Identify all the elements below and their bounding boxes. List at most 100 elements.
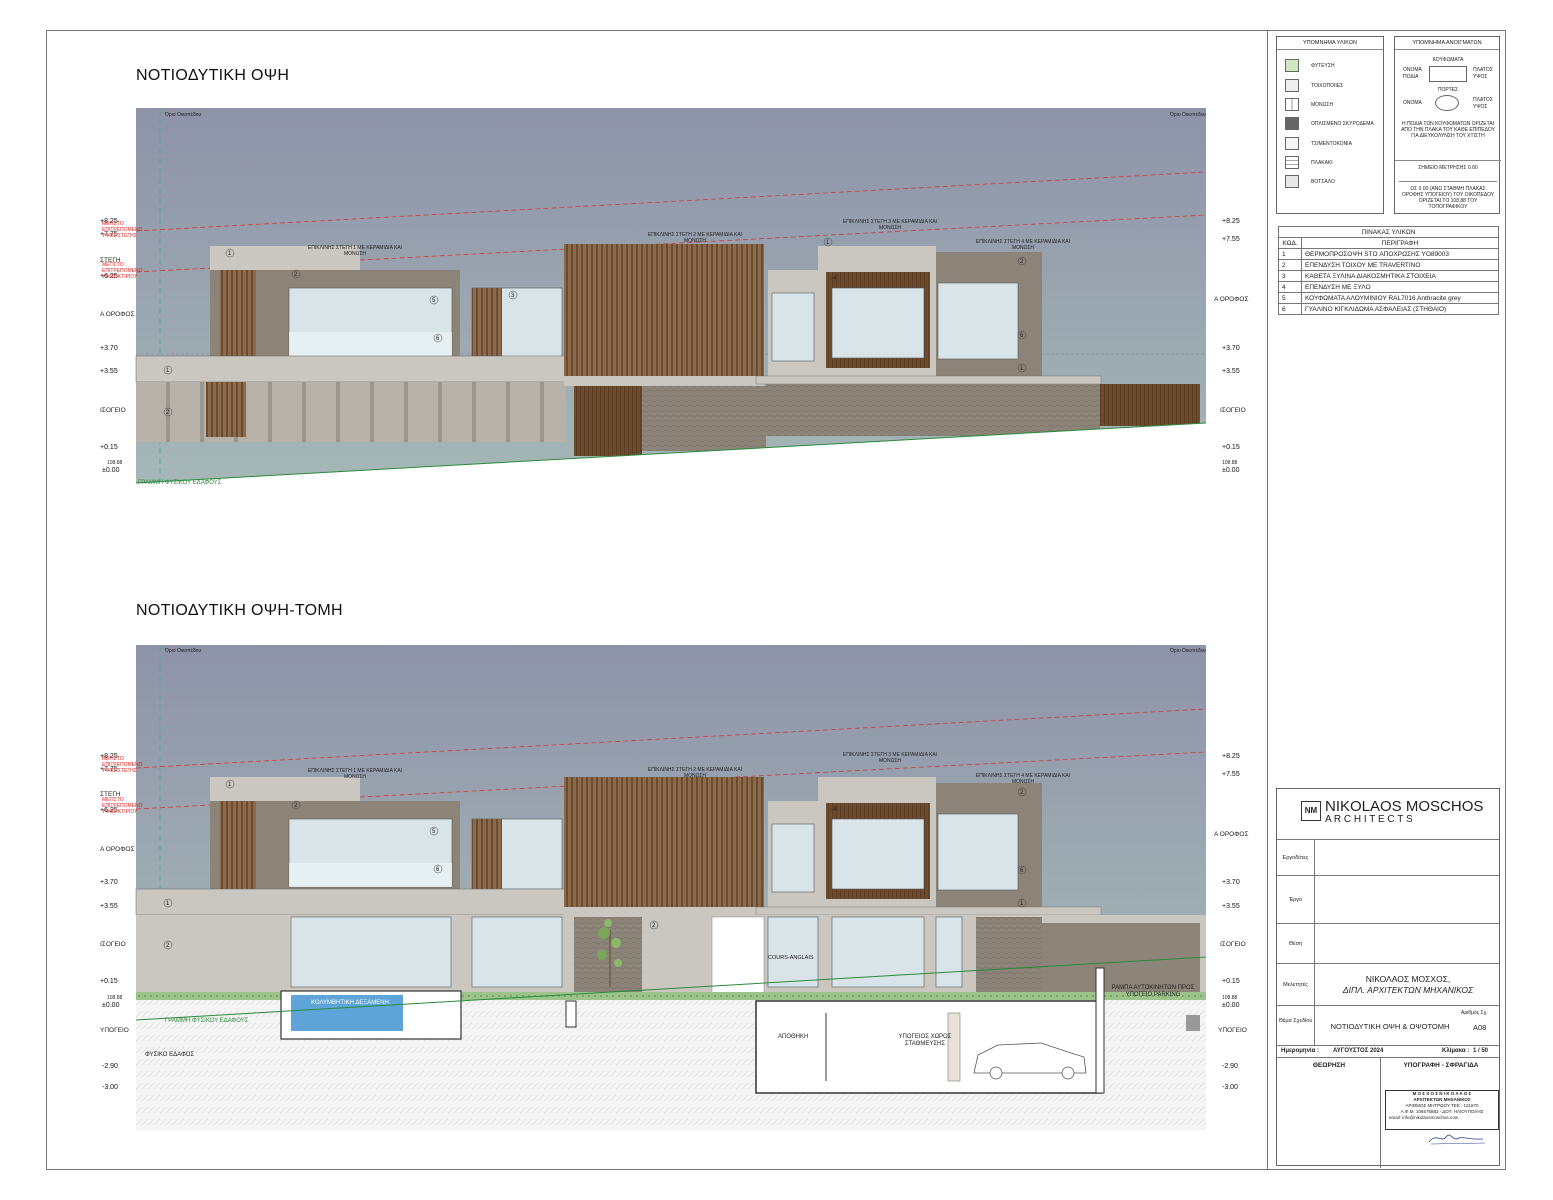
- travertine-wall-2: [766, 384, 1100, 436]
- table-row: 2 ΕΠΕΝΔΥΣΗ ΤΟΙΧΟΥ ΜΕ TRAVERTINO: [1278, 259, 1499, 271]
- level-355-s: +3.55: [100, 903, 118, 910]
- section-title: ΝΟΤΙΟΔΥΤΙΚΗ ΟΨΗ-ΤΟΜΗ: [136, 602, 343, 619]
- window-5: [937, 282, 1019, 360]
- elevation-title: ΝΟΤΙΟΔΥΤΙΚΗ ΟΨΗ: [136, 67, 290, 84]
- roof-1-label-s: ΕΠΙΚΛΙΝΗΣ ΣΤΕΓΗ 1 ΜΕ ΚΕΡΑΜΙΔΙΑ ΚΑΙ ΜΟΝΩΣ…: [307, 768, 403, 780]
- title-block: NM NIKOLAOS MOSCHOS A R C H I T E C T S …: [1276, 788, 1500, 1168]
- window-4: [831, 287, 925, 359]
- floor-basement-s-right: ΥΠΟΓΕΙΟ: [1218, 1027, 1247, 1034]
- masonry-swatch: [1285, 79, 1299, 92]
- level-10888: 108.88: [107, 460, 123, 466]
- wood-slats-s2: [472, 819, 502, 889]
- floor-first-s: Α ΟΡΟΦΟΣ: [100, 846, 135, 853]
- level-015-right: +0.15: [1222, 444, 1240, 451]
- wood-slats-2: [472, 288, 502, 358]
- legend-item-masonry: ΤΟΙΧΟΠΟΙΙΕΣ: [1285, 79, 1343, 92]
- natural-ground-label: ΦΥΣΙΚΟ ΕΔΑΦΟΣ: [145, 1052, 195, 1058]
- firm-subtitle: A R C H I T E C T S: [1325, 814, 1413, 825]
- planting-swatch: [1285, 59, 1299, 72]
- level-825-s-right: +8.25: [1222, 753, 1240, 760]
- drawing-date: ΑΥΓΟΥΣΤΟΣ 2024: [1333, 1048, 1384, 1054]
- door-s1: [935, 916, 963, 988]
- level-355-right: +3.55: [1222, 368, 1240, 375]
- legend-openings: ΥΠΟΜΝΗΜΑ ΑΝΟΙΓΜΑΤΩΝ ΚΟΥΦΩΜΑΤΑ ΟΝΟΜΑ ΠΟΔΙ…: [1394, 36, 1501, 214]
- legend-materials: ΥΠΟΜΝΗΜΑ ΥΛΙΚΩΝ ΦΥΤΕΥΣΗ ΤΟΙΧΟΠΟΙΙΕΣ ΜΟΝΩ…: [1276, 36, 1384, 214]
- signature-row: ΘΕΩΡΗΣΗ ΥΠΟΓΡΑΦΗ - ΣΦΡΑΓΙΔΑ Μ Ο Σ Χ Ο Σ …: [1277, 1057, 1499, 1168]
- openings-note-1: Η ΠΟΔΙΑ ΤΩΝ ΚΟΥΦΩΜΑΤΩΝ ΟΡΙΖΕΤΑΙ ΑΠΟ ΤΗΝ …: [1401, 121, 1495, 139]
- pebble-swatch: [1285, 175, 1299, 188]
- floor-first: Α ΟΡΟΦΟΣ: [100, 311, 135, 318]
- openings-height-door: ΥΨΟΣ: [1473, 104, 1488, 110]
- ground-line-label-s: ΓΡΑΜΜΗ ΦΥΣΙΚΟΥ ΕΔΑΦΟΥΣ: [165, 1018, 249, 1024]
- level-000: ±0.00: [102, 467, 120, 474]
- level-355: +3.55: [100, 368, 118, 375]
- tile-swatch: [1285, 156, 1299, 169]
- ground-line-label: ΓΡΑΜΜΗ ΦΥΣΙΚΟΥ ΕΔΑΦΟΥΣ: [138, 480, 222, 486]
- drawing-subject: ΝΟΤΙΟΔΥΤΙΚΗ ΟΨΗ & ΟΨΟΤΟΜΗ: [1330, 1022, 1450, 1031]
- sheet-divider: [1267, 30, 1268, 1170]
- roof-3-label: ΕΠΙΚΛΙΝΗΣ ΣΤΕΓΗ 3 ΜΕ ΚΕΡΑΜΙΔΙΑ ΚΑΙ ΜΟΝΩΣ…: [842, 219, 938, 231]
- wood-slats-s1: [220, 801, 256, 891]
- level-m290-s: -2.90: [102, 1063, 118, 1070]
- window-s6: [290, 916, 452, 988]
- legend-item-pebble: ΒΟΤΣΑΛΟ: [1285, 175, 1335, 188]
- table-row: 6 ΓΥΑΛΙΝΟ ΚΙΓΚΛΙΔΩΜΑ ΑΣΦΑΛΕΙΑΣ (ΣΤΗΘΑΙΟ): [1278, 303, 1499, 315]
- level-10888-s-right: 108.88: [1222, 995, 1238, 1001]
- drawing-scale: 1 / 50: [1473, 1048, 1489, 1054]
- openings-width-door: ΠΛΑΤΟΣ: [1473, 97, 1493, 103]
- slab-2: [755, 375, 1102, 385]
- floor-basement-s: ΥΠΟΓΕΙΟ: [100, 1027, 129, 1034]
- designer-title: ΔΙΠΛ. ΑΡΧΙΤΕΚΤΩΝ ΜΗΧΑΝΙΚΟΣ: [1342, 985, 1474, 995]
- property-line-label-s-right: Όριο Οικοπέδου: [1170, 648, 1207, 654]
- central-slab: [564, 376, 764, 386]
- car-wheel-rear: [1061, 1066, 1075, 1080]
- slab-s2: [755, 906, 1102, 916]
- level-m300-s-right: -3.00: [1222, 1084, 1238, 1091]
- level-370-s: +3.70: [100, 879, 118, 886]
- openings-height: ΥΨΟΣ: [1473, 74, 1488, 80]
- central-slats: [564, 244, 764, 382]
- entrance-door: [574, 386, 642, 456]
- openings-podia: ΠΟΔΙΑ: [1403, 74, 1419, 80]
- drawing-no-label: Αριθμός Σχ.: [1461, 1010, 1488, 1016]
- window-3: [771, 292, 815, 362]
- travertine-wall-1: [642, 386, 766, 451]
- floor-first-right: Α ΟΡΟΦΟΣ: [1214, 296, 1249, 303]
- cours-anglais-label: COURS-ANGLAIS: [768, 955, 814, 961]
- client-row: Εργοδότες: [1277, 839, 1499, 876]
- level-755-right: +7.55: [1222, 236, 1240, 243]
- roof-1-label: ΕΠΙΚΛΙΝΗΣ ΣΤΕΓΗ 1 ΜΕ ΚΕΡΑΜΙΔΙΑ ΚΑΙ ΜΟΝΩΣ…: [307, 245, 403, 257]
- fence-1: [136, 382, 566, 442]
- level-000-s-right: ±0.00: [1222, 1002, 1240, 1009]
- legend-item-tile: ΠΛΑΚΑΚΙ: [1285, 156, 1333, 169]
- stamp: Μ Ο Σ Χ Ο Σ Ν Ι Κ Ο Λ Α Ο Σ ΑΡΧΙΤΕΚΤΩΝ Μ…: [1385, 1090, 1499, 1130]
- level-000-s: ±0.00: [102, 1002, 120, 1009]
- level-015-s-right: +0.15: [1222, 978, 1240, 985]
- insulation-swatch: [1285, 98, 1299, 111]
- window-s3: [771, 823, 815, 893]
- pool-label: ΚΟΛΥΜΒΗΤΙΚΗ ΔΕΞΑΜΕΝΗ: [311, 1000, 389, 1006]
- elevation-drawing: 1 2 3 5 6 1 2 1 2 4 6 1: [135, 108, 1207, 503]
- window-symbol-icon: [1429, 66, 1467, 82]
- glass-railing-1: [289, 332, 452, 356]
- property-line-label: Όριο Οικοπέδου: [165, 112, 202, 118]
- review-label: ΘΕΩΡΗΣΗ: [1312, 1062, 1346, 1069]
- mortar-swatch: [1285, 137, 1299, 150]
- level-015: +0.15: [100, 444, 118, 451]
- materials-table: ΠΙΝΑΚΑΣ ΥΛΙΚΩΝ ΚΩΔ. ΠΕΡΙΓΡΑΦΗ 1 ΘΕΡΜΟΠΡΟΣΟ…: [1278, 226, 1499, 315]
- window-s4: [831, 818, 925, 890]
- openings-width: ΠΛΑΤΟΣ: [1473, 67, 1493, 73]
- property-line-label-s: Όριο Οικοπέδου: [165, 648, 202, 654]
- level-10888-s: 108.88: [107, 995, 123, 1001]
- subject-row: Θέμα Σχεδίου ΝΟΤΙΟΔΥΤΙΚΗ ΟΨΗ & ΟΨΟΤΟΜΗ Α…: [1277, 1005, 1499, 1046]
- door-symbol-icon: [1435, 95, 1459, 111]
- window-s8: [767, 916, 819, 988]
- legend-item-mortar: ΤΣΙΜΕΝΤΟΚΟΝΙΑ: [1285, 137, 1352, 150]
- max-roof-note: ΜΕΓΙΣΤΟ ΕΠΙΤΡΕΠΟΜΕΝΟ ΥΨΟΣ ΣΤΕΓΗΣ: [102, 221, 143, 239]
- table-row: 5 ΚΟΥΦΩΜΑΤΑ ΑΛΟΥΜΙΝΙΟΥ RAL7016 Anthracite…: [1278, 292, 1499, 304]
- table-row: 4 ΕΠΕΝΔΥΣΗ ΜΕ ΞΥΛΟ: [1278, 281, 1499, 293]
- level-015-s: +0.15: [100, 978, 118, 985]
- ramp-label: ΡΑΜΠΑ ΑΥΤΟΚΙΝΗΤΩΝ ΠΡΟΣ ΥΠΟΓΕΙΟ PARKING: [1111, 985, 1195, 998]
- floor-ground-s-right: ΙΣΟΓΕΙΟ: [1220, 941, 1246, 948]
- central-slats-s: [564, 777, 764, 913]
